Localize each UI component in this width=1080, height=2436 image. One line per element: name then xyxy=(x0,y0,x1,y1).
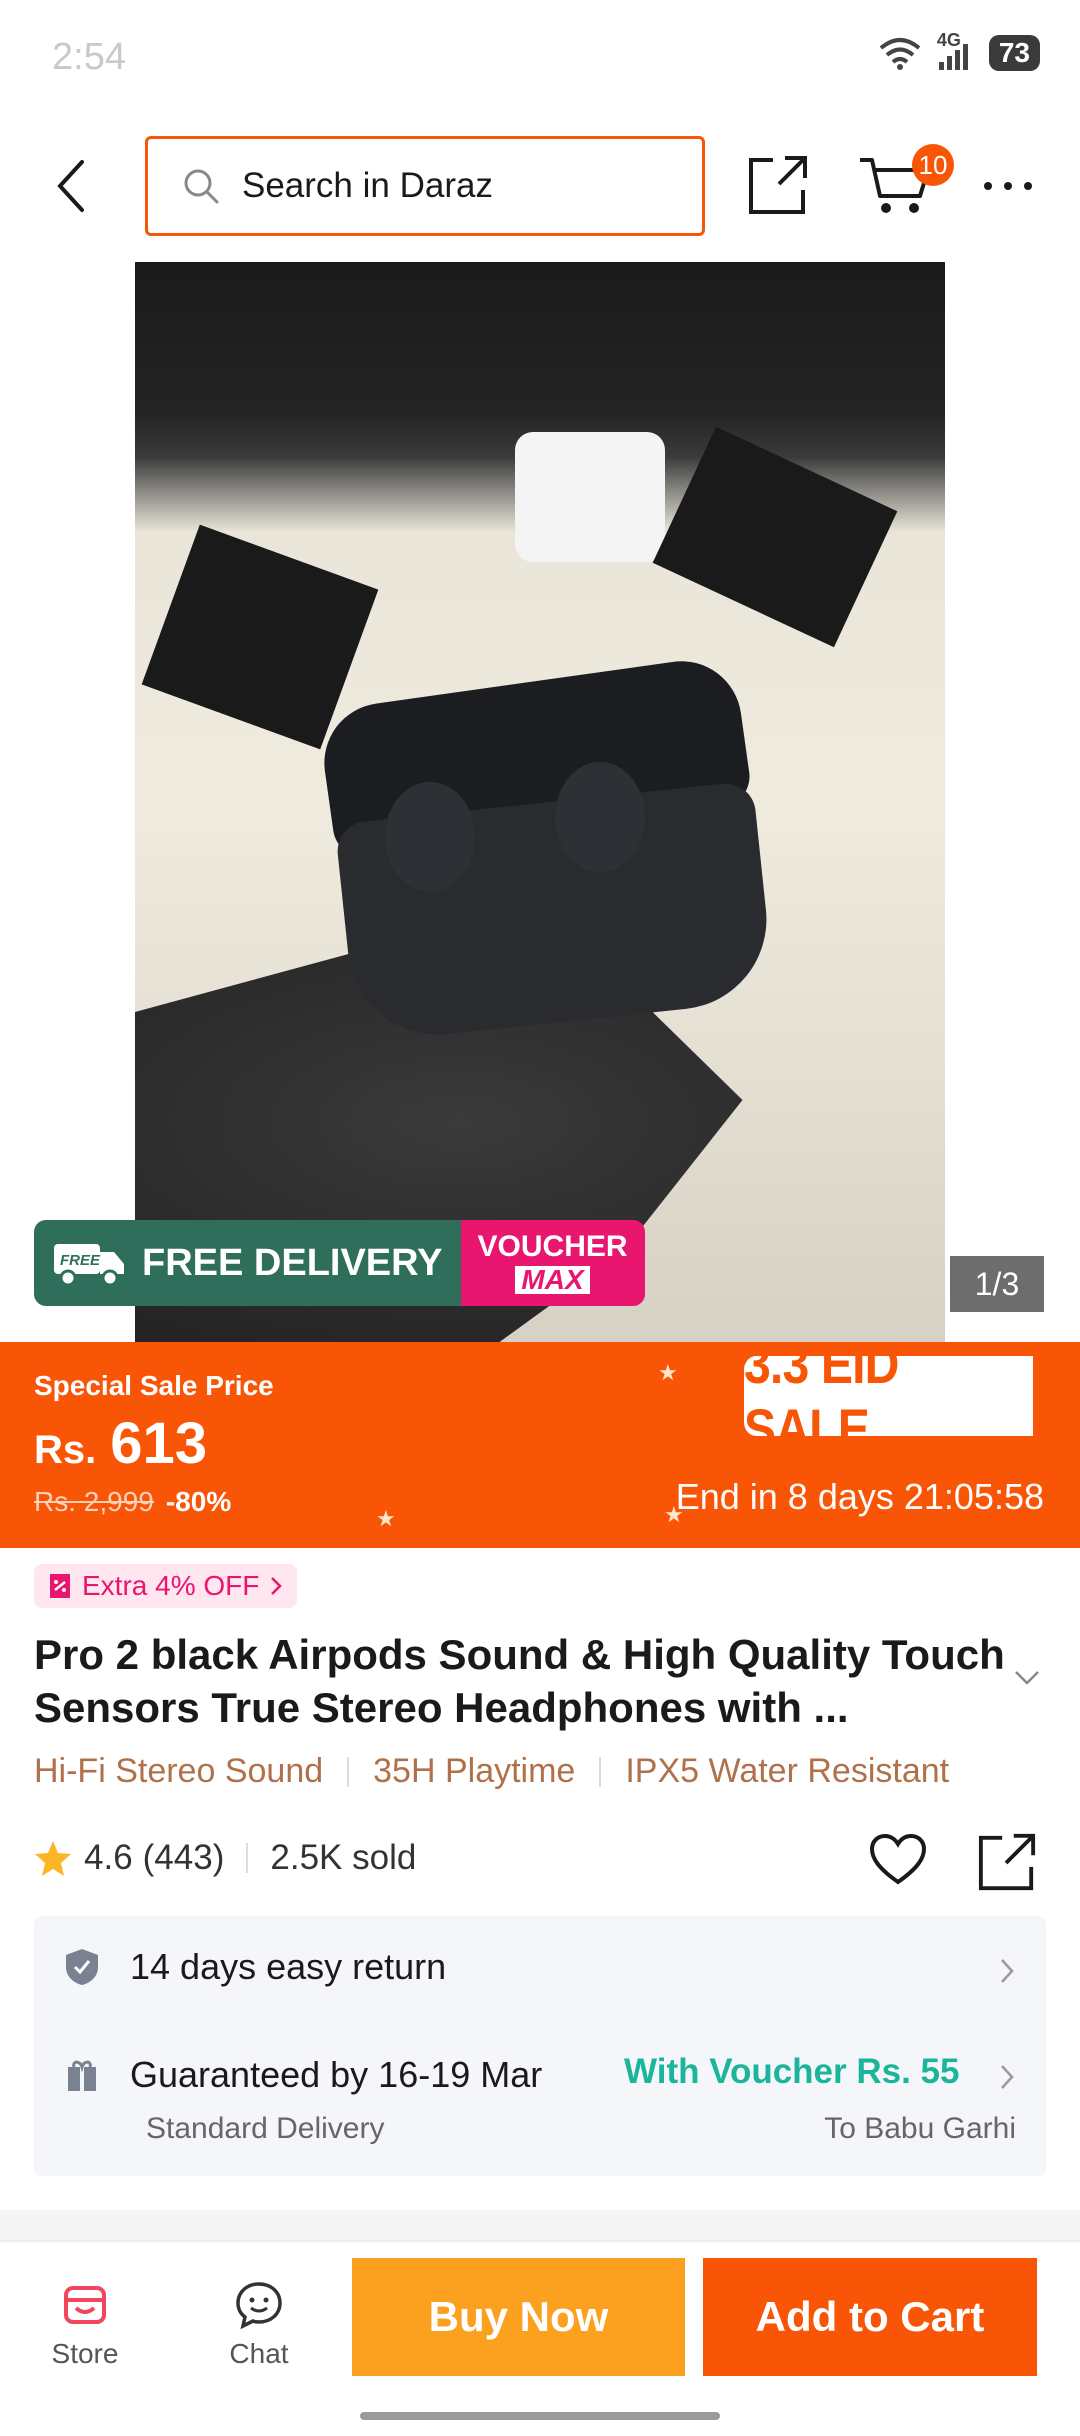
feature-tag: 35H Playtime xyxy=(373,1752,576,1790)
search-placeholder: Search in Daraz xyxy=(242,166,493,205)
discount-percent: -80% xyxy=(165,1486,232,1517)
price-amount: 613 xyxy=(110,1411,208,1476)
cart-count-badge: 10 xyxy=(912,144,954,186)
sale-countdown: End in 8 days 21:05:58 xyxy=(675,1476,1044,1517)
extra-off-voucher[interactable]: Extra 4% OFF xyxy=(34,1564,298,1608)
sale-label: Special Sale Price xyxy=(34,1370,274,1401)
delivery-truck-icon: FREE xyxy=(54,1244,124,1287)
voucher-label: VOUCHER xyxy=(477,1230,628,1263)
star-icon xyxy=(35,1841,71,1876)
delivery-guarantee-row[interactable]: Guaranteed by 16-19 Mar xyxy=(64,2054,542,2096)
voucher-max-badge: VOUCHER MAX xyxy=(460,1220,645,1306)
rating-row[interactable]: 4.6 (443) 2.5K sold xyxy=(34,1838,416,1878)
chevron-right-icon[interactable] xyxy=(998,1956,1016,1986)
header: Search in Daraz 10 xyxy=(0,130,1080,240)
chevron-down-icon[interactable] xyxy=(1012,1668,1042,1688)
sale-banner: ★ ★ ★ Special Sale Price Rs. 613 Rs. 2,9… xyxy=(0,1332,1080,1548)
return-policy-row[interactable]: 14 days easy return xyxy=(64,1946,446,1988)
section-divider xyxy=(0,2210,1080,2240)
eid-sale-badge: 3.3 EID SALE xyxy=(744,1332,1033,1460)
feature-tag: Hi-Fi Stereo Sound xyxy=(34,1752,324,1790)
review-count: (443) xyxy=(142,1838,225,1877)
original-price: Rs. 2,999 xyxy=(34,1486,154,1517)
sold-count: 2.5K sold xyxy=(270,1838,417,1877)
feature-tags: Hi-Fi Stereo Sound 35H Playtime IPX5 Wat… xyxy=(34,1752,949,1791)
search-input[interactable]: Search in Daraz xyxy=(145,136,705,236)
product-title: Pro 2 black Airpods Sound & High Quality… xyxy=(34,1631,1005,1731)
image-card xyxy=(652,426,898,648)
chat-icon xyxy=(236,2282,282,2330)
free-delivery-badge: FREE FREE DELIVERY VOUCHER MAX xyxy=(34,1220,645,1306)
coupon-icon xyxy=(50,1574,70,1598)
divider xyxy=(347,1756,350,1787)
image-earbud xyxy=(385,782,475,892)
voucher-max-label: MAX xyxy=(515,1266,590,1294)
share-icon[interactable] xyxy=(745,152,811,218)
store-label: Store xyxy=(51,2338,119,2369)
back-arrow-icon[interactable] xyxy=(46,156,96,216)
chevron-right-icon xyxy=(271,1577,283,1595)
divider xyxy=(246,1843,249,1873)
return-policy-text: 14 days easy return xyxy=(130,1946,447,1987)
free-delivery-text: FREE DELIVERY xyxy=(142,1241,443,1284)
voucher-shipping-text[interactable]: With Voucher Rs. 55 xyxy=(624,2052,960,2092)
image-card xyxy=(141,524,379,750)
rating-value: 4.6 xyxy=(84,1838,133,1877)
chat-label: Chat xyxy=(229,2338,289,2369)
sparkle-icon: ★ xyxy=(376,1506,396,1531)
status-time: 2:54 xyxy=(52,36,126,78)
buy-now-button[interactable]: Buy Now xyxy=(352,2258,685,2376)
status-bar: 2:54 4G 73 xyxy=(0,0,1080,110)
gift-icon xyxy=(68,2060,96,2091)
bottom-action-bar: Store Chat Buy Now Add to Cart xyxy=(0,2240,1080,2436)
free-delivery-label-area: FREE FREE DELIVERY xyxy=(34,1220,461,1306)
original-price-row: Rs. 2,999 -80% xyxy=(34,1486,231,1518)
image-earbud xyxy=(555,762,645,872)
extra-off-text: Extra 4% OFF xyxy=(82,1570,260,1601)
free-tag: FREE xyxy=(60,1252,101,1269)
search-icon xyxy=(184,169,219,204)
chevron-right-icon[interactable] xyxy=(998,2062,1016,2092)
wifi-icon xyxy=(879,38,921,70)
chat-button[interactable]: Chat xyxy=(214,2280,304,2370)
sale-price: Rs. 613 xyxy=(34,1410,207,1477)
store-button[interactable]: Store xyxy=(40,2280,130,2370)
sparkle-icon: ★ xyxy=(658,1360,678,1385)
delivery-location: To Babu Garhi xyxy=(824,2112,1016,2145)
store-icon xyxy=(64,2286,106,2324)
image-case-box xyxy=(515,432,665,562)
wishlist-heart-icon[interactable] xyxy=(868,1832,928,1888)
feature-tag: IPX5 Water Resistant xyxy=(625,1752,950,1790)
delivery-guarantee-text: Guaranteed by 16-19 Mar xyxy=(130,2054,543,2095)
divider xyxy=(599,1756,602,1787)
delivery-info-box: 14 days easy return Guaranteed by 16-19 … xyxy=(34,1916,1046,2176)
more-options-icon[interactable] xyxy=(982,166,1034,206)
shield-icon xyxy=(66,1949,98,1985)
price-currency: Rs. xyxy=(34,1428,97,1472)
home-indicator[interactable] xyxy=(360,2412,720,2420)
image-counter: 1/3 xyxy=(950,1256,1044,1312)
add-to-cart-button[interactable]: Add to Cart xyxy=(703,2258,1037,2376)
cellular-icon: 4G xyxy=(935,30,975,72)
product-image[interactable] xyxy=(135,262,945,1342)
delivery-method: Standard Delivery xyxy=(146,2112,385,2145)
share-icon[interactable] xyxy=(976,1832,1038,1892)
battery-indicator: 73 xyxy=(988,35,1040,71)
status-icons: 4G 73 xyxy=(879,30,1040,72)
